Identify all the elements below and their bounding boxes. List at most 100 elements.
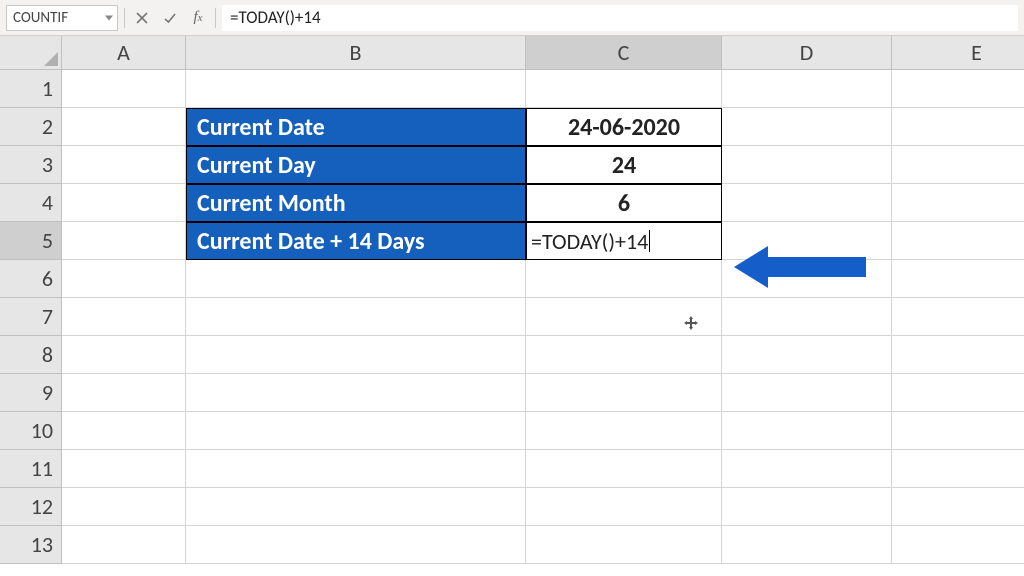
col-header-c[interactable]: C xyxy=(526,36,722,70)
cell-d7[interactable] xyxy=(722,298,892,336)
row-header-10[interactable]: 10 xyxy=(0,412,62,450)
cell-a9[interactable] xyxy=(62,374,186,412)
fx-icon: fx xyxy=(193,9,202,26)
row-header-9[interactable]: 9 xyxy=(0,374,62,412)
cell-d1[interactable] xyxy=(722,70,892,108)
cell-d4[interactable] xyxy=(722,184,892,222)
cell-c4[interactable]: 6 xyxy=(526,184,722,222)
cell-c1[interactable] xyxy=(526,70,722,108)
formula-bar: COUNTIF fx xyxy=(0,0,1024,36)
row-header-8[interactable]: 8 xyxy=(0,336,62,374)
row-header-12[interactable]: 12 xyxy=(0,488,62,526)
cancel-button[interactable] xyxy=(131,7,153,29)
name-box[interactable]: COUNTIF xyxy=(6,5,118,31)
cell-d12[interactable] xyxy=(722,488,892,526)
cell-d13[interactable] xyxy=(722,526,892,564)
cell-b9[interactable] xyxy=(186,374,526,412)
insert-function-button[interactable]: fx xyxy=(187,7,209,29)
cell-e13[interactable] xyxy=(892,526,1024,564)
col-header-a[interactable]: A xyxy=(62,36,186,70)
select-all-corner[interactable] xyxy=(0,36,62,70)
cell-a10[interactable] xyxy=(62,412,186,450)
cell-d8[interactable] xyxy=(722,336,892,374)
divider xyxy=(124,8,125,28)
cell-e4[interactable] xyxy=(892,184,1024,222)
divider xyxy=(215,8,216,28)
cell-a11[interactable] xyxy=(62,450,186,488)
cell-a1[interactable] xyxy=(62,70,186,108)
cells: Current Date 24-06-2020 Current Day 24 C… xyxy=(62,70,1024,564)
row-header-11[interactable]: 11 xyxy=(0,450,62,488)
row-header-6[interactable]: 6 xyxy=(0,260,62,298)
column-headers: A B C D E xyxy=(62,36,1024,70)
cell-b8[interactable] xyxy=(186,336,526,374)
cell-d9[interactable] xyxy=(722,374,892,412)
cell-c3[interactable]: 24 xyxy=(526,146,722,184)
cell-b1[interactable] xyxy=(186,70,526,108)
cell-c13[interactable] xyxy=(526,526,722,564)
row-header-13[interactable]: 13 xyxy=(0,526,62,564)
cell-b11[interactable] xyxy=(186,450,526,488)
row-header-5[interactable]: 5 xyxy=(0,222,62,260)
cell-e11[interactable] xyxy=(892,450,1024,488)
cell-c2[interactable]: 24-06-2020 xyxy=(526,108,722,146)
cell-a2[interactable] xyxy=(62,108,186,146)
cell-e9[interactable] xyxy=(892,374,1024,412)
cell-e12[interactable] xyxy=(892,488,1024,526)
cell-a6[interactable] xyxy=(62,260,186,298)
cell-e5[interactable] xyxy=(892,222,1024,260)
cell-e8[interactable] xyxy=(892,336,1024,374)
cell-d10[interactable] xyxy=(722,412,892,450)
formula-input[interactable] xyxy=(222,5,1018,31)
cell-c8[interactable] xyxy=(526,336,722,374)
row-headers: 1 2 3 4 5 6 7 8 9 10 11 12 13 xyxy=(0,70,62,564)
cell-b6[interactable] xyxy=(186,260,526,298)
cell-d11[interactable] xyxy=(722,450,892,488)
cell-d2[interactable] xyxy=(722,108,892,146)
cell-a12[interactable] xyxy=(62,488,186,526)
row-header-7[interactable]: 7 xyxy=(0,298,62,336)
cell-b12[interactable] xyxy=(186,488,526,526)
cell-b2[interactable]: Current Date xyxy=(186,108,526,146)
cell-e2[interactable] xyxy=(892,108,1024,146)
col-header-e[interactable]: E xyxy=(892,36,1024,70)
row-header-4[interactable]: 4 xyxy=(0,184,62,222)
row-header-3[interactable]: 3 xyxy=(0,146,62,184)
chevron-down-icon[interactable] xyxy=(105,15,113,20)
cell-a8[interactable] xyxy=(62,336,186,374)
col-header-d[interactable]: D xyxy=(722,36,892,70)
cell-a4[interactable] xyxy=(62,184,186,222)
cell-c7[interactable] xyxy=(526,298,722,336)
cell-e3[interactable] xyxy=(892,146,1024,184)
cell-c11[interactable] xyxy=(526,450,722,488)
cell-c10[interactable] xyxy=(526,412,722,450)
cell-c5[interactable]: =TODAY()+14 xyxy=(526,222,722,260)
cell-d3[interactable] xyxy=(722,146,892,184)
check-icon xyxy=(163,11,177,25)
cell-a7[interactable] xyxy=(62,298,186,336)
cell-b3[interactable]: Current Day xyxy=(186,146,526,184)
cell-c12[interactable] xyxy=(526,488,722,526)
row-header-2[interactable]: 2 xyxy=(0,108,62,146)
close-icon xyxy=(135,11,149,25)
cell-c9[interactable] xyxy=(526,374,722,412)
cell-e6[interactable] xyxy=(892,260,1024,298)
cell-c6[interactable] xyxy=(526,260,722,298)
cell-d5[interactable] xyxy=(722,222,892,260)
cell-a13[interactable] xyxy=(62,526,186,564)
cell-b10[interactable] xyxy=(186,412,526,450)
col-header-b[interactable]: B xyxy=(186,36,526,70)
row-header-1[interactable]: 1 xyxy=(0,70,62,108)
cell-d6[interactable] xyxy=(722,260,892,298)
text-caret xyxy=(649,230,650,252)
cell-e10[interactable] xyxy=(892,412,1024,450)
cell-a3[interactable] xyxy=(62,146,186,184)
cell-a5[interactable] xyxy=(62,222,186,260)
cell-e7[interactable] xyxy=(892,298,1024,336)
cell-e1[interactable] xyxy=(892,70,1024,108)
enter-button[interactable] xyxy=(159,7,181,29)
cell-b4[interactable]: Current Month xyxy=(186,184,526,222)
cell-b7[interactable] xyxy=(186,298,526,336)
cell-b13[interactable] xyxy=(186,526,526,564)
cell-b5[interactable]: Current Date + 14 Days xyxy=(186,222,526,260)
